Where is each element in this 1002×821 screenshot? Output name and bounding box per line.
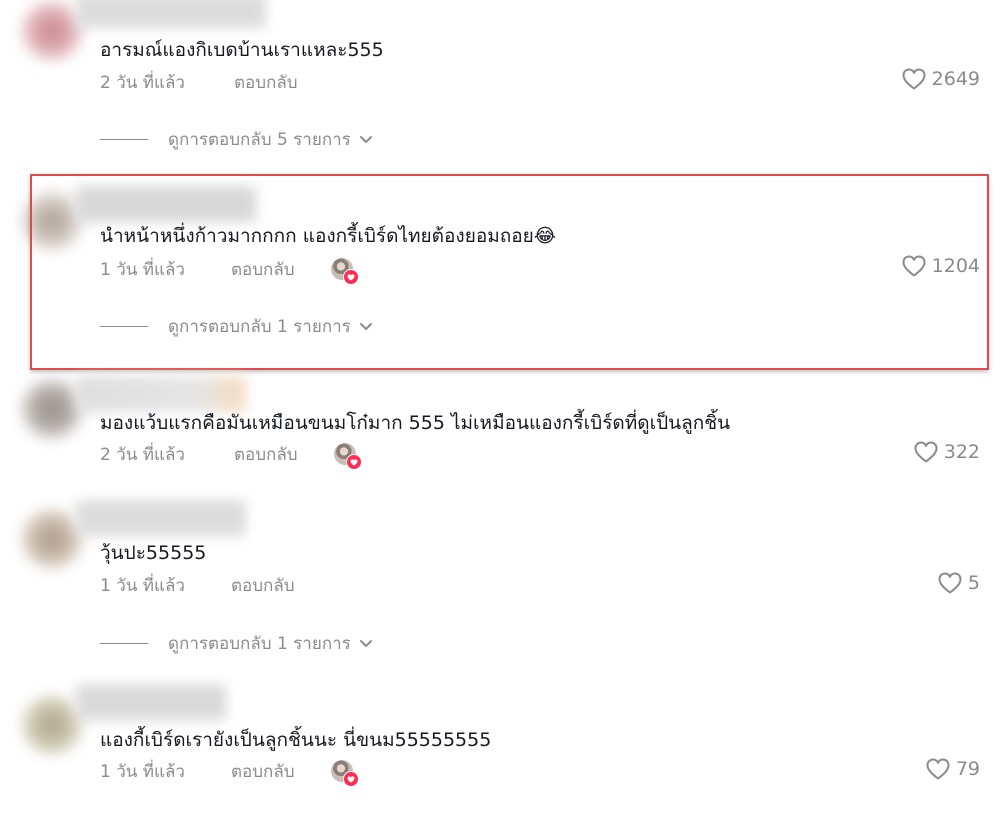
divider-line — [100, 139, 148, 140]
creator-heart-icon — [342, 771, 359, 787]
creator-liked-badge — [333, 443, 362, 470]
view-replies-label: ดูการตอบกลับ 1 รายการ — [168, 317, 351, 337]
comment-meta: 1 วัน ที่แล้ว ตอบกลับ — [100, 758, 359, 787]
reply-button[interactable]: ตอบกลับ — [234, 441, 298, 468]
chevron-down-icon — [359, 639, 372, 647]
username-blurred[interactable] — [76, 0, 266, 28]
heart-icon — [938, 572, 962, 594]
like-count: 322 — [943, 441, 980, 463]
chevron-down-icon — [359, 322, 372, 330]
avatar[interactable] — [22, 192, 82, 250]
comment-text: แองกี้เบิร์ดเรายังเป็นลูกชิ้นนะ นี่ขนม55… — [100, 729, 492, 751]
avatar[interactable] — [22, 510, 82, 568]
like-button[interactable]: 79 — [926, 758, 980, 780]
comment-text: มองแว้บแรกคือมันเหมือนขนมโก๋มาก 555 ไม่เ… — [100, 412, 731, 434]
divider-line — [100, 643, 148, 644]
creator-heart-icon — [345, 454, 362, 470]
like-count: 5 — [967, 572, 980, 594]
reply-button[interactable]: ตอบกลับ — [231, 758, 295, 785]
like-button[interactable]: 5 — [938, 572, 980, 594]
comment-time: 1 วัน ที่แล้ว — [100, 575, 185, 596]
reply-button[interactable]: ตอบกลับ — [234, 69, 298, 96]
like-button[interactable]: 2649 — [902, 68, 980, 90]
username-blurred[interactable] — [76, 500, 246, 536]
comment-meta: 1 วัน ที่แล้ว ตอบกลับ — [100, 572, 295, 598]
comment-time: 2 วัน ที่แล้ว — [100, 444, 185, 465]
comment-text: วุ้นปะ55555 — [100, 542, 207, 564]
chevron-down-icon — [359, 135, 372, 143]
comment-text: อารมณ์แองกิเบดบ้านเราแหละ555 — [100, 39, 384, 61]
avatar[interactable] — [22, 2, 82, 60]
reply-button[interactable]: ตอบกลับ — [231, 256, 295, 283]
divider-line — [100, 326, 148, 327]
view-replies-label: ดูการตอบกลับ 1 รายการ — [168, 634, 351, 654]
comment-time: 1 วัน ที่แล้ว — [100, 259, 185, 280]
like-count: 1204 — [931, 255, 980, 277]
creator-liked-badge — [330, 760, 359, 787]
heart-icon — [926, 758, 950, 780]
view-replies-button[interactable]: ดูการตอบกลับ 5 รายการ — [100, 126, 373, 153]
avatar[interactable] — [22, 696, 82, 754]
comment-text-body: นำหน้าหนึ่งก้าวมากกกก แองกรี้เบิร์ดไทยต้… — [100, 225, 534, 247]
comment-text: นำหน้าหนึ่งก้าวมากกกก แองกรี้เบิร์ดไทยต้… — [100, 223, 556, 249]
username-blurred[interactable] — [76, 376, 246, 412]
creator-liked-badge — [330, 258, 359, 285]
heart-icon — [902, 255, 926, 277]
view-replies-button[interactable]: ดูการตอบกลับ 1 รายการ — [100, 313, 373, 340]
like-button[interactable]: 322 — [914, 441, 980, 463]
like-count: 79 — [955, 758, 980, 780]
reply-button[interactable]: ตอบกลับ — [231, 572, 295, 599]
comment-meta: 1 วัน ที่แล้ว ตอบกลับ — [100, 256, 359, 285]
avatar[interactable] — [22, 380, 82, 438]
comment-meta: 2 วัน ที่แล้ว ตอบกลับ — [100, 69, 298, 95]
heart-icon — [902, 68, 926, 90]
comment-time: 2 วัน ที่แล้ว — [100, 72, 185, 93]
view-replies-button[interactable]: ดูการตอบกลับ 1 รายการ — [100, 630, 373, 657]
like-button[interactable]: 1204 — [902, 255, 980, 277]
comment-meta: 2 วัน ที่แล้ว ตอบกลับ — [100, 441, 362, 470]
like-count: 2649 — [931, 68, 980, 90]
comment-time: 1 วัน ที่แล้ว — [100, 761, 185, 782]
laughing-emoji-icon: 😂 — [533, 225, 557, 247]
username-blurred[interactable] — [76, 684, 226, 720]
view-replies-label: ดูการตอบกลับ 5 รายการ — [168, 130, 351, 150]
creator-heart-icon — [342, 269, 359, 285]
heart-icon — [914, 441, 938, 463]
username-blurred[interactable] — [76, 186, 256, 222]
